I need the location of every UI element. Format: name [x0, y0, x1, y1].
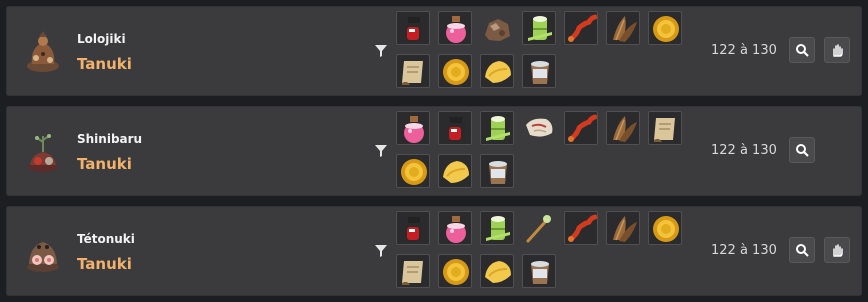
- red-sausage-string-icon: [568, 114, 597, 142]
- resource-slot[interactable]: [648, 111, 682, 145]
- potion-pink-icon: [446, 16, 466, 43]
- resource-slot[interactable]: [522, 111, 556, 145]
- monster-family[interactable]: Tanuki: [77, 55, 132, 73]
- hand-icon: [833, 44, 843, 57]
- resource-slot[interactable]: [606, 111, 640, 145]
- level-range: 122 à 130: [711, 243, 777, 258]
- brown-feathers-icon: [613, 116, 637, 142]
- magnifier-icon: [796, 44, 809, 57]
- gold-coin-icon: [443, 259, 469, 285]
- resource-slot[interactable]: [480, 54, 514, 88]
- cloth-bundle-icon: [526, 118, 553, 137]
- monster-family[interactable]: Tanuki: [77, 155, 132, 173]
- golden-cheese-icon: [443, 161, 469, 183]
- monster-family[interactable]: Tanuki: [77, 255, 132, 273]
- magnifier-icon: [796, 244, 809, 257]
- resource-slot[interactable]: [396, 111, 430, 145]
- level-range: 122 à 130: [711, 143, 777, 158]
- level-range: 122 à 130: [711, 43, 777, 58]
- filter-funnel-icon[interactable]: [374, 44, 388, 58]
- golden-cheese-icon: [485, 261, 511, 283]
- monster-name: Lolojiki: [77, 32, 126, 46]
- monster-avatar-icon: [27, 242, 59, 272]
- resource-slot[interactable]: [606, 11, 640, 45]
- resource-slot[interactable]: [396, 11, 430, 45]
- hand-icon: [833, 244, 843, 257]
- hand-button[interactable]: [824, 37, 850, 63]
- brown-feathers-icon: [613, 216, 637, 242]
- resource-slot[interactable]: [480, 154, 514, 188]
- resource-slot[interactable]: [438, 154, 472, 188]
- filter-funnel-icon[interactable]: [374, 144, 388, 158]
- resource-slot[interactable]: [396, 154, 430, 188]
- resource-slot[interactable]: [396, 254, 430, 288]
- gold-coin-icon: [443, 59, 469, 85]
- red-sausage-string-icon: [568, 14, 597, 42]
- potion-red-black-icon: [447, 117, 465, 142]
- gold-coin-icon: [653, 216, 679, 242]
- resource-slot[interactable]: [522, 54, 556, 88]
- resource-slot[interactable]: [648, 211, 682, 245]
- monster-avatar-icon: [28, 134, 58, 172]
- filter-funnel-icon[interactable]: [374, 244, 388, 258]
- resource-slot[interactable]: [522, 211, 556, 245]
- bamboo-bundle-icon: [486, 216, 510, 241]
- resource-slot[interactable]: [438, 211, 472, 245]
- monster-row-1: Lolojiki Tanuki 122 à 130: [6, 6, 862, 96]
- resource-slot[interactable]: [564, 111, 598, 145]
- resource-slot[interactable]: [606, 211, 640, 245]
- scroll-paper-icon: [654, 118, 675, 142]
- monster-row-2: Shinibaru Tanuki 122 à 130: [6, 106, 862, 196]
- resource-slot[interactable]: [438, 111, 472, 145]
- resource-slot[interactable]: [438, 54, 472, 88]
- resource-slot[interactable]: [564, 211, 598, 245]
- wooden-bucket-icon: [531, 61, 549, 84]
- resource-slot[interactable]: [480, 111, 514, 145]
- brown-feathers-icon: [613, 16, 637, 42]
- resource-slot[interactable]: [480, 211, 514, 245]
- potion-red-black-icon: [405, 17, 423, 42]
- bamboo-bundle-icon: [528, 16, 552, 41]
- resource-slot[interactable]: [522, 254, 556, 288]
- monster-avatar-icon: [27, 31, 59, 72]
- gold-coin-icon: [653, 16, 679, 42]
- magnifier-icon: [796, 144, 809, 157]
- search-button[interactable]: [789, 237, 815, 263]
- wand-stick-icon: [526, 215, 551, 243]
- resource-slot[interactable]: [522, 11, 556, 45]
- golden-cheese-icon: [485, 61, 511, 83]
- monster-row-3: Tétonuki Tanuki 122 à 130: [6, 206, 862, 296]
- potion-pink-icon: [446, 216, 466, 243]
- resource-slot[interactable]: [396, 211, 430, 245]
- bamboo-bundle-icon: [486, 116, 510, 141]
- rock-lump-icon: [485, 19, 510, 41]
- resource-slot[interactable]: [648, 11, 682, 45]
- resource-slot[interactable]: [480, 11, 514, 45]
- resource-slot[interactable]: [564, 11, 598, 45]
- resource-slot[interactable]: [438, 254, 472, 288]
- monster-name: Shinibaru: [77, 132, 143, 146]
- red-sausage-string-icon: [568, 214, 597, 242]
- monster-name: Tétonuki: [77, 232, 135, 246]
- scroll-paper-icon: [402, 61, 423, 85]
- search-button[interactable]: [789, 37, 815, 63]
- search-button[interactable]: [789, 137, 815, 163]
- resource-slot[interactable]: [480, 254, 514, 288]
- potion-red-black-icon: [405, 217, 423, 242]
- hand-button[interactable]: [824, 237, 850, 263]
- wooden-bucket-icon: [531, 261, 549, 284]
- gold-coin-icon: [401, 159, 427, 185]
- resource-slot[interactable]: [438, 11, 472, 45]
- scroll-paper-icon: [402, 261, 423, 285]
- potion-pink-icon: [404, 116, 424, 143]
- wooden-bucket-icon: [489, 161, 507, 184]
- resource-slot[interactable]: [396, 54, 430, 88]
